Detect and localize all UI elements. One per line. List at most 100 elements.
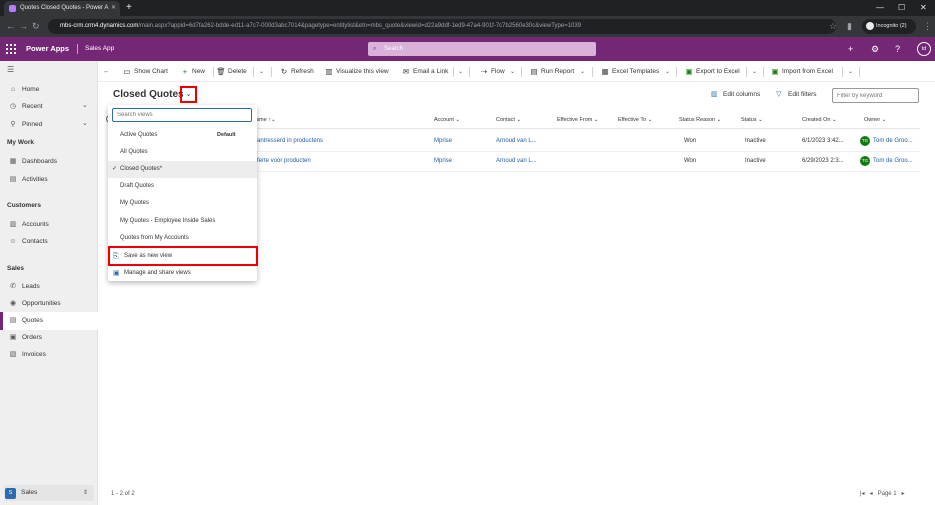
sidebar-item-accounts[interactable]: ▥ Accounts	[8, 218, 49, 232]
chevron-down-icon[interactable]: ⌄	[510, 62, 515, 82]
chevron-down-icon[interactable]: ⌄	[752, 62, 757, 82]
view-selector-title[interactable]: Closed Quotes	[113, 87, 184, 103]
sidebar-item-opportunities[interactable]: ◉ Opportunities	[8, 297, 61, 311]
building-icon: ▥	[9, 221, 17, 228]
sidebar-item-contacts[interactable]: ☺ Contacts	[8, 235, 47, 249]
column-header-contact[interactable]: Contact ⌄	[496, 112, 521, 128]
sidebar-item-activities[interactable]: ▤ Activities	[8, 173, 48, 187]
view-option-my-quotes-employee[interactable]: My Quotes - Employee Inside Sales	[108, 213, 257, 230]
trash-icon: 🗑	[216, 67, 226, 76]
close-window-icon[interactable]: ✕	[920, 0, 927, 16]
refresh-button[interactable]: ↻ Refresh	[279, 62, 314, 82]
view-option-draft-quotes[interactable]: Draft Quotes	[108, 178, 257, 195]
reload-icon[interactable]: ↻	[32, 16, 40, 37]
first-page-icon[interactable]: |◂	[860, 491, 865, 497]
column-header-effective-from[interactable]: Effective From ⌄	[557, 112, 599, 128]
new-tab-icon[interactable]: +	[126, 0, 132, 16]
sidebar-item-leads[interactable]: ✆ Leads	[8, 280, 40, 294]
chevron-down-icon[interactable]: ⌄	[580, 62, 585, 82]
sidebar-item-home[interactable]: ⌂ Home	[8, 83, 39, 97]
browser-tab[interactable]: Quotes Closed Quotes - Power A ✕	[4, 1, 120, 16]
row-2-name-link[interactable]: ferte voor producten	[257, 151, 311, 171]
sidebar-item-label: Opportunities	[22, 300, 61, 307]
show-chart-button[interactable]: ▭ Show Chart	[122, 62, 168, 82]
column-header-status[interactable]: Status ⌄	[741, 112, 763, 128]
column-header-created-on[interactable]: Created On ⌄	[802, 112, 837, 128]
edit-filters-button[interactable]: ▽ Edit filters	[776, 88, 817, 102]
sidebar-item-quotes[interactable]: ▤ Quotes	[8, 314, 43, 328]
chevron-down-icon[interactable]: ⌄	[82, 101, 88, 109]
column-header-owner[interactable]: Owner ⌄	[864, 112, 886, 128]
view-option-all-quotes[interactable]: All Quotes	[108, 144, 257, 161]
forward-icon[interactable]: →	[19, 16, 28, 37]
back-icon[interactable]: ←	[6, 16, 15, 37]
app-name[interactable]: Sales App	[85, 37, 114, 61]
row-1-contact-link[interactable]: Arnoud van L...	[496, 131, 537, 151]
chevron-down-icon[interactable]: ⌄	[259, 62, 264, 82]
email-link-button[interactable]: ✉ Email a Link	[401, 62, 449, 82]
close-tab-icon[interactable]: ✕	[111, 1, 116, 16]
browser-menu-icon[interactable]: ⋮	[923, 16, 932, 37]
view-option-active-quotes[interactable]: Active Quotes Default	[108, 127, 257, 144]
view-option-label: My Quotes	[120, 200, 150, 206]
row-1-name-link[interactable]: antresserd in productens	[257, 131, 323, 151]
side-panel-icon[interactable]: ▮	[847, 16, 852, 37]
add-icon[interactable]: +	[848, 37, 853, 61]
sidebar-item-orders[interactable]: ▣ Orders	[8, 331, 42, 345]
chevron-down-icon[interactable]: ⌄	[82, 119, 88, 127]
button-label: Delete	[228, 68, 247, 75]
chevron-down-icon[interactable]: ⌄	[848, 62, 853, 82]
chevron-down-icon[interactable]: ⌄	[458, 62, 463, 82]
user-avatar[interactable]: td	[917, 42, 931, 56]
app-launcher-icon[interactable]	[6, 44, 16, 54]
address-bar[interactable]: mbs-crm.crm4.dynamics.com/main.aspx?appi…	[48, 19, 836, 34]
view-option-quotes-my-accounts[interactable]: Quotes from My Accounts	[108, 230, 257, 247]
column-header-status-reason[interactable]: Status Reason ⌄	[679, 112, 721, 128]
sidebar-item-recent[interactable]: ◷ Recent	[8, 100, 43, 114]
view-option-my-quotes[interactable]: My Quotes	[108, 195, 257, 212]
view-selector-chevron-icon[interactable]: ⌄	[180, 86, 197, 103]
app-title[interactable]: Power Apps	[26, 37, 69, 61]
export-excel-button[interactable]: ▣ Export to Excel	[684, 62, 739, 82]
search-views-input[interactable]	[112, 108, 252, 122]
maximize-icon[interactable]: ☐	[898, 0, 905, 16]
back-arrow-icon[interactable]: ←	[103, 62, 110, 82]
incognito-badge[interactable]: Incognito (2)	[862, 19, 916, 34]
sidebar-item-invoices[interactable]: ▧ Invoices	[8, 348, 46, 362]
manage-share-views-button[interactable]: ▣ Manage and share views	[108, 265, 257, 282]
gear-icon[interactable]: ⚙	[871, 37, 879, 61]
column-header-account[interactable]: Account ⌄	[434, 112, 460, 128]
column-label: Owner	[864, 117, 881, 123]
visualize-view-button[interactable]: ▥ Visualize this view	[324, 62, 388, 82]
bookmark-star-icon[interactable]: ☆	[829, 16, 837, 37]
sidebar-item-label: Orders	[22, 334, 42, 341]
row-2-account-link[interactable]: Mprise	[434, 151, 452, 171]
row-1-account-link[interactable]: Mprise	[434, 131, 452, 151]
view-option-closed-quotes[interactable]: ✓ Closed Quotes*	[108, 161, 257, 178]
column-header-effective-to[interactable]: Effective To ⌄	[618, 112, 652, 128]
row-2-contact-link[interactable]: Arnoud van L...	[496, 151, 537, 171]
row-1-owner-link[interactable]: Tom de Groo...	[873, 131, 913, 151]
area-switcher[interactable]	[4, 485, 94, 501]
global-search-input[interactable]: ⌕ Search	[368, 42, 596, 56]
sidebar-item-dashboards[interactable]: ▦ Dashboards	[8, 155, 57, 169]
chevron-down-icon[interactable]: ⌄	[665, 62, 670, 82]
edit-columns-button[interactable]: ▥ Edit columns	[711, 88, 760, 102]
minimize-icon[interactable]: —	[876, 0, 884, 16]
sidebar-item-pinned[interactable]: ⚲ Pinned	[8, 118, 42, 132]
run-report-button[interactable]: ▤ Run Report	[529, 62, 574, 82]
next-page-icon[interactable]: ▸	[902, 491, 905, 497]
import-excel-button[interactable]: ▣ Import from Excel	[770, 62, 832, 82]
filter-keyword-input[interactable]	[832, 88, 919, 103]
flow-button[interactable]: ⇢ Flow	[479, 62, 505, 82]
new-button[interactable]: + New	[180, 62, 205, 82]
column-header-name[interactable]: ame ↑⌄	[256, 112, 276, 128]
opportunity-icon: ◉	[9, 300, 17, 307]
row-2-owner-link[interactable]: Tom de Groo...	[873, 151, 913, 171]
delete-button[interactable]: 🗑 Delete	[216, 62, 247, 82]
hamburger-icon[interactable]: ☰	[7, 65, 14, 74]
chevron-updown-icon[interactable]: ⇕	[83, 485, 88, 501]
previous-page-icon[interactable]: ◂	[870, 491, 873, 497]
excel-templates-button[interactable]: ▦ Excel Templates	[600, 62, 659, 82]
help-icon[interactable]: ?	[895, 37, 900, 61]
